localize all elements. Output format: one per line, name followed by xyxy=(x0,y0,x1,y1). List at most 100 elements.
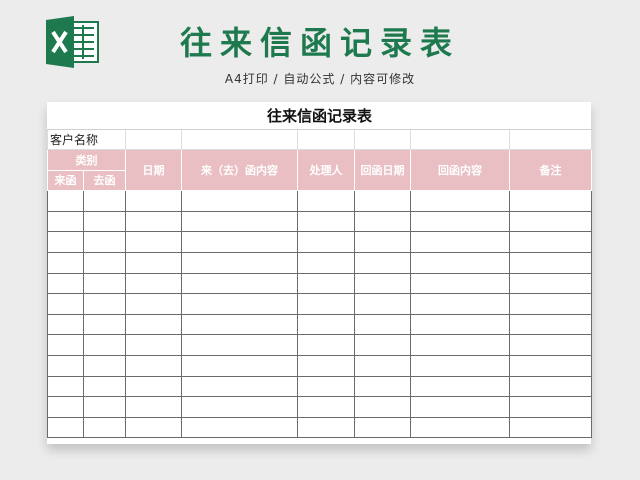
customer-name-cell[interactable] xyxy=(297,129,355,150)
table-cell[interactable] xyxy=(181,416,298,439)
table-cell[interactable] xyxy=(354,375,411,398)
table-cell[interactable] xyxy=(47,210,84,233)
table-cell[interactable] xyxy=(181,251,298,274)
table-cell[interactable] xyxy=(83,272,126,295)
table-cell[interactable] xyxy=(410,231,510,253)
table-cell[interactable] xyxy=(181,231,298,253)
table-cell[interactable] xyxy=(83,334,126,356)
table-cell[interactable] xyxy=(47,272,84,295)
table-cell[interactable] xyxy=(297,251,355,274)
table-cell[interactable] xyxy=(47,416,84,439)
table-cell[interactable] xyxy=(297,313,355,336)
table-cell[interactable] xyxy=(181,293,298,315)
table-cell[interactable] xyxy=(297,375,355,398)
table-cell[interactable] xyxy=(508,293,593,315)
table-cell[interactable] xyxy=(47,334,84,356)
table-cell[interactable] xyxy=(410,190,510,212)
table-cell[interactable] xyxy=(125,313,182,336)
table-cell[interactable] xyxy=(354,416,411,439)
table-cell[interactable] xyxy=(508,272,593,295)
table-cell[interactable] xyxy=(125,375,182,398)
table-cell[interactable] xyxy=(47,190,84,212)
table-cell[interactable] xyxy=(354,334,411,356)
table-cell[interactable] xyxy=(354,231,411,253)
table-cell[interactable] xyxy=(83,354,126,377)
table-cell[interactable] xyxy=(297,272,355,295)
table-cell[interactable] xyxy=(181,190,298,212)
table-cell[interactable] xyxy=(181,396,298,418)
table-cell[interactable] xyxy=(47,313,84,336)
table-cell[interactable] xyxy=(297,396,355,418)
table-cell[interactable] xyxy=(410,272,510,295)
table-cell[interactable] xyxy=(83,231,126,253)
table-cell[interactable] xyxy=(297,190,355,212)
table-cell[interactable] xyxy=(83,416,126,439)
customer-name-cell[interactable] xyxy=(410,129,510,150)
table-cell[interactable] xyxy=(125,354,182,377)
customer-name-cell[interactable] xyxy=(508,129,593,150)
table-cell[interactable] xyxy=(508,396,593,418)
table-cell[interactable] xyxy=(47,251,84,274)
table-cell[interactable] xyxy=(410,210,510,233)
table-cell[interactable] xyxy=(83,190,126,212)
table-cell[interactable] xyxy=(410,293,510,315)
table-cell[interactable] xyxy=(181,313,298,336)
table-cell[interactable] xyxy=(410,334,510,356)
table-cell[interactable] xyxy=(47,293,84,315)
table-cell[interactable] xyxy=(410,354,510,377)
table-cell[interactable] xyxy=(125,190,182,212)
table-cell[interactable] xyxy=(354,396,411,418)
customer-name-cell[interactable] xyxy=(125,129,182,150)
table-cell[interactable] xyxy=(125,293,182,315)
table-cell[interactable] xyxy=(508,313,593,336)
table-cell[interactable] xyxy=(354,210,411,233)
table-cell[interactable] xyxy=(125,272,182,295)
table-cell[interactable] xyxy=(47,375,84,398)
table-cell[interactable] xyxy=(83,210,126,233)
customer-name-cell[interactable] xyxy=(181,129,298,150)
table-cell[interactable] xyxy=(354,354,411,377)
table-cell[interactable] xyxy=(181,375,298,398)
table-cell[interactable] xyxy=(410,416,510,439)
table-cell[interactable] xyxy=(410,251,510,274)
table-cell[interactable] xyxy=(354,190,411,212)
table-cell[interactable] xyxy=(83,313,126,336)
table-cell[interactable] xyxy=(125,210,182,233)
customer-name-cell[interactable] xyxy=(354,129,411,150)
table-cell[interactable] xyxy=(508,354,593,377)
table-cell[interactable] xyxy=(125,334,182,356)
table-cell[interactable] xyxy=(508,210,593,233)
table-cell[interactable] xyxy=(181,354,298,377)
table-cell[interactable] xyxy=(181,272,298,295)
table-cell[interactable] xyxy=(83,251,126,274)
table-cell[interactable] xyxy=(354,293,411,315)
table-cell[interactable] xyxy=(297,334,355,356)
table-cell[interactable] xyxy=(508,251,593,274)
table-cell[interactable] xyxy=(297,231,355,253)
table-cell[interactable] xyxy=(297,416,355,439)
table-cell[interactable] xyxy=(354,313,411,336)
table-cell[interactable] xyxy=(297,210,355,233)
table-cell[interactable] xyxy=(354,251,411,274)
table-cell[interactable] xyxy=(125,251,182,274)
table-cell[interactable] xyxy=(125,396,182,418)
table-cell[interactable] xyxy=(508,416,593,439)
table-cell[interactable] xyxy=(47,354,84,377)
table-cell[interactable] xyxy=(410,375,510,398)
table-cell[interactable] xyxy=(354,272,411,295)
table-cell[interactable] xyxy=(83,396,126,418)
table-cell[interactable] xyxy=(410,313,510,336)
table-cell[interactable] xyxy=(47,396,84,418)
table-cell[interactable] xyxy=(181,334,298,356)
table-cell[interactable] xyxy=(508,375,593,398)
table-cell[interactable] xyxy=(83,375,126,398)
table-cell[interactable] xyxy=(83,293,126,315)
table-cell[interactable] xyxy=(125,416,182,439)
table-cell[interactable] xyxy=(508,231,593,253)
table-cell[interactable] xyxy=(508,190,593,212)
table-cell[interactable] xyxy=(508,334,593,356)
table-cell[interactable] xyxy=(125,231,182,253)
table-cell[interactable] xyxy=(297,293,355,315)
table-cell[interactable] xyxy=(181,210,298,233)
table-cell[interactable] xyxy=(47,231,84,253)
